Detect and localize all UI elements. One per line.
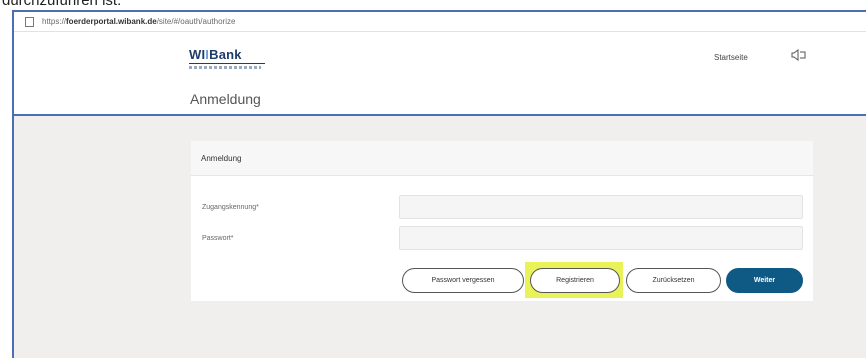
register-button[interactable]: Registrieren (530, 268, 620, 293)
address-bar[interactable]: https://foerderportal.wibank.de/site/#/o… (14, 12, 866, 32)
browser-window: https://foerderportal.wibank.de/site/#/o… (12, 10, 866, 358)
page-icon (22, 15, 36, 29)
wibank-logo[interactable]: WIIBank (189, 47, 269, 73)
page-title: Anmeldung (190, 91, 261, 107)
password-field[interactable] (399, 226, 803, 250)
password-label: Passwort* (202, 235, 234, 242)
username-label: Zugangskennung* (202, 204, 259, 211)
url-text[interactable]: https://foerderportal.wibank.de/site/#/o… (42, 17, 235, 26)
reset-button[interactable]: Zurücksetzen (626, 268, 721, 293)
continue-button[interactable]: Weiter (726, 268, 803, 293)
nav-home-link[interactable]: Startseite (714, 53, 748, 62)
forgot-password-button[interactable]: Passwort vergessen (402, 268, 524, 293)
card-title: Anmeldung (201, 153, 242, 163)
document-caption: durchzuführen ist. (2, 0, 122, 9)
app-header: WIIBank Startseite Anmeldung (14, 32, 866, 116)
login-card: Anmeldung Zugangskennung* Passwort* Pass… (191, 141, 813, 301)
card-header: Anmeldung (191, 141, 813, 176)
logout-icon[interactable] (790, 47, 808, 63)
username-field[interactable] (399, 195, 803, 219)
